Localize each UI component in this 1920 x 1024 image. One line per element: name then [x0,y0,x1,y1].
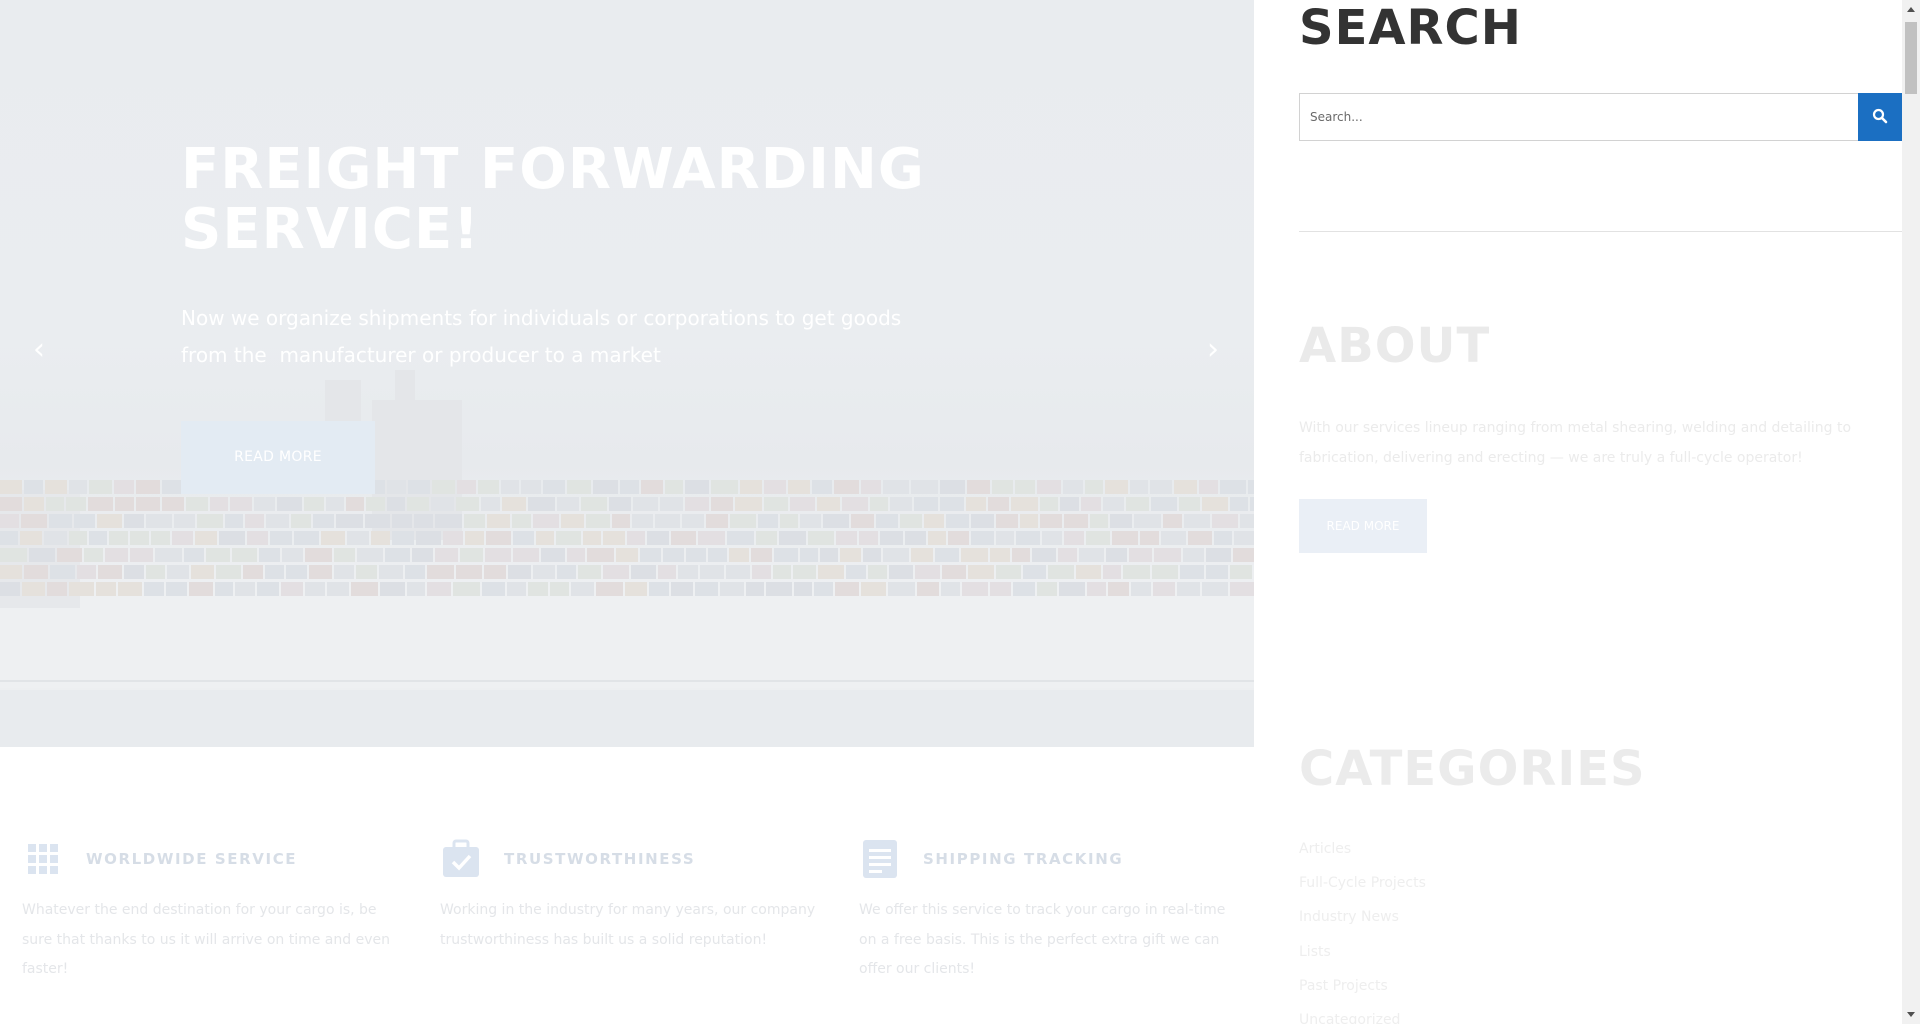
slider-next-arrow-icon[interactable]: › [1201,333,1225,367]
category-link-industry-news[interactable]: Industry News [1299,906,1426,940]
feature-title: WORLDWIDE SERVICE [86,850,298,868]
feature-title: SHIPPING TRACKING [923,850,1124,868]
about-heading: ABOUT [1299,318,1491,374]
hero-title: FREIGHT FORWARDING SERVICE! [181,140,1001,260]
categories-heading: CATEGORIES [1299,741,1646,797]
category-link-full-cycle-projects[interactable]: Full-Cycle Projects [1299,872,1426,906]
search-icon [1872,108,1888,127]
hero-water [0,690,1254,747]
hero-subtitle-line-2: from the manufacturer or producer to a m… [181,343,661,367]
feature-title: TRUSTWORTHINESS [504,850,696,868]
about-text: With our services lineup ranging from me… [1299,420,1852,466]
slider-prev-arrow-icon[interactable]: ‹ [27,333,51,367]
about-read-more-button[interactable]: READ MORE [1299,499,1427,553]
search-heading: SEARCH [1299,0,1522,56]
scrollbar-thumb[interactable] [1905,22,1917,94]
hero-subtitle: Now we organize shipments for individual… [181,300,961,374]
document-list-icon [859,838,901,880]
feature-text: Working in the industry for many years, … [440,902,816,948]
hero-slider: FREIGHT FORWARDING SERVICE! Now we organ… [0,0,1254,747]
vertical-scrollbar[interactable] [1902,0,1920,1024]
scroll-up-arrow-icon[interactable] [1902,0,1920,18]
search-input[interactable] [1299,93,1859,141]
feature-text: Whatever the end destination for your ca… [22,902,390,977]
category-link-articles[interactable]: Articles [1299,838,1426,872]
category-link-uncategorized[interactable]: Uncategorized [1299,1009,1426,1024]
hero-title-line-1: FREIGHT FORWARDING [181,137,925,202]
briefcase-check-icon [440,838,482,880]
hero-title-line-2: SERVICE! [181,197,480,262]
search-button[interactable] [1858,93,1902,141]
feature-text: We offer this service to track your carg… [859,902,1226,977]
categories-list: Articles Full-Cycle Projects Industry Ne… [1299,838,1426,1024]
hero-read-more-button[interactable]: READ MORE [181,421,375,494]
scroll-down-arrow-icon[interactable] [1902,1006,1920,1024]
category-link-past-projects[interactable]: Past Projects [1299,975,1426,1009]
page: FREIGHT FORWARDING SERVICE! Now we organ… [0,0,1920,1024]
sidebar: SEARCH ABOUT With our services lineup ra… [1254,0,1902,1024]
grid-icon [22,838,64,880]
hero-subtitle-line-1: Now we organize shipments for individual… [181,306,902,330]
category-link-lists[interactable]: Lists [1299,941,1426,975]
sidebar-divider [1299,231,1902,232]
